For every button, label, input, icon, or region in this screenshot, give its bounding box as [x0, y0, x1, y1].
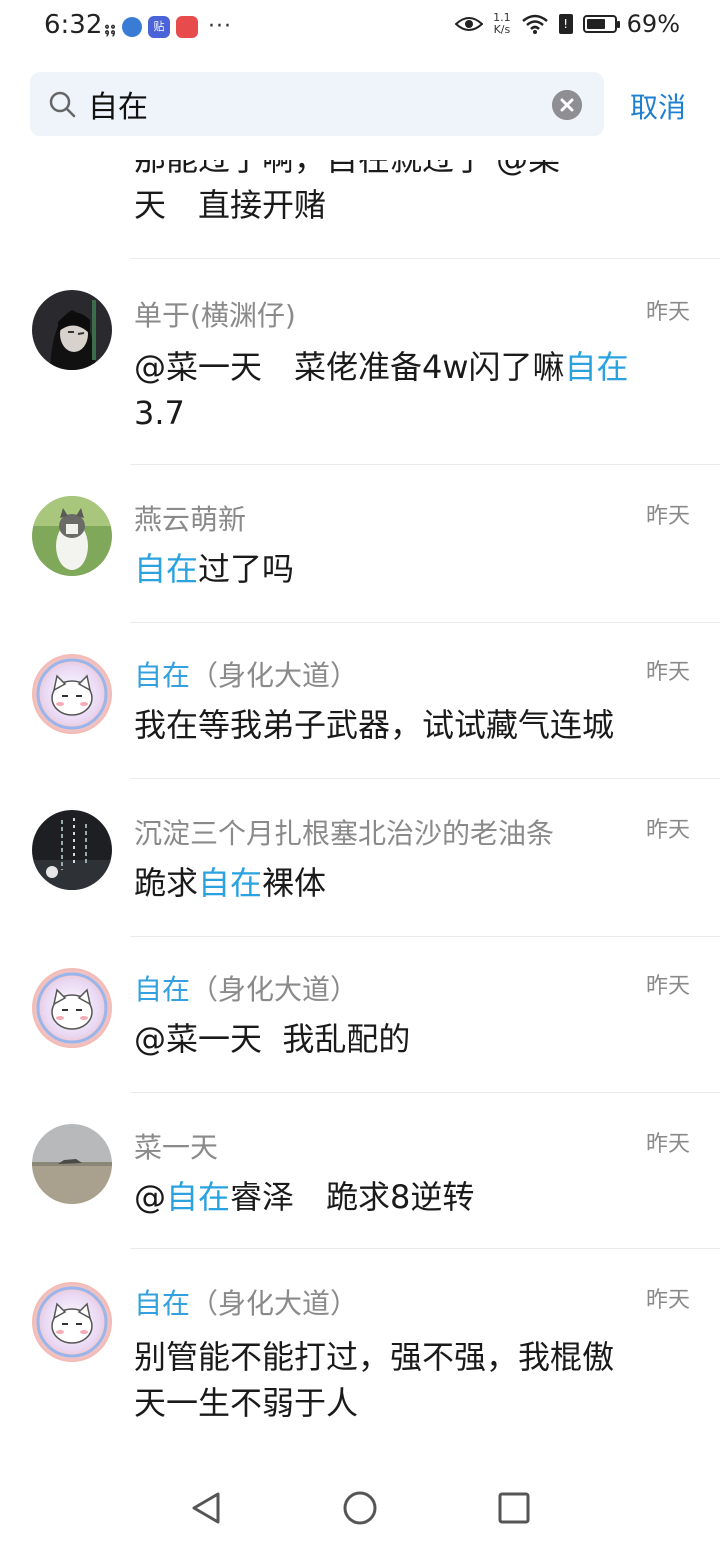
message-pre: @菜一天 菜佬准备4w闪了嘛	[134, 348, 565, 386]
dark-anime-avatar	[32, 290, 112, 370]
wifi-icon	[521, 14, 548, 34]
status-bar: 6:32 ⨟⨟ 贴 ··· 1.1 K/s ! 69%	[0, 0, 720, 56]
battery-percent: 69%	[626, 10, 680, 38]
list-item[interactable]: 自在（身化大道） 昨天 我在等我弟子武器，试试藏气连城	[0, 624, 720, 780]
keyword-highlight: 自在	[564, 348, 629, 386]
navigation-bar	[0, 1456, 720, 1560]
message-text: 自在过了吗	[134, 546, 690, 592]
message-line: 自在过了吗	[134, 546, 690, 592]
list-item[interactable]: 沉淀三个月扎根塞北治沙的老油条 昨天 跪求自在裸体	[0, 780, 720, 938]
search-header: 取消	[0, 56, 720, 160]
message-line: 别管能不能打过，强不强，我棍傲	[134, 1338, 615, 1376]
message-text: @自在睿泽 跪求8逆转	[134, 1174, 690, 1220]
timestamp: 昨天	[645, 1288, 690, 1313]
username: 自在（身化大道）	[134, 1282, 358, 1322]
more-notifications-icon: ···	[208, 14, 232, 39]
search-input[interactable]	[88, 72, 528, 136]
username-suffix: （身化大道）	[190, 1287, 359, 1320]
username: 沉淀三个月扎根塞北治沙的老油条	[134, 817, 555, 850]
cartoon-cat-avatar	[32, 654, 112, 734]
message-text: @菜一天 菜佬准备4w闪了嘛自在 3.7	[134, 344, 690, 436]
message-pre: @	[134, 1178, 166, 1216]
dark-calligraphy-avatar	[32, 810, 112, 890]
browser-app-icon	[122, 16, 142, 37]
message-text: 我在等我弟子武器，试试藏气连城	[134, 706, 615, 744]
message-line: 天一生不弱于人	[134, 1384, 359, 1422]
message-post: 睿泽 跪求8逆转	[230, 1178, 475, 1216]
timestamp: 昨天	[645, 1132, 690, 1157]
sim-alert-icon: !	[558, 14, 573, 34]
list-item[interactable]: 燕云萌新 昨天 自在过了吗	[0, 466, 720, 624]
divider	[130, 1248, 720, 1249]
huawei-app-icon	[176, 15, 198, 38]
tieba-app-icon: 贴	[148, 15, 170, 38]
keyword-highlight: 自在	[198, 864, 263, 902]
username: 自在（身化大道）	[134, 968, 358, 1008]
timestamp: 昨天	[645, 504, 690, 529]
username: 燕云萌新	[134, 503, 247, 536]
username-suffix: （身化大道）	[190, 659, 359, 692]
divider	[130, 464, 720, 465]
list-item[interactable]: 单于(横渊仔) 昨天 @菜一天 菜佬准备4w闪了嘛自在 3.7	[0, 258, 720, 466]
message-line: @自在睿泽 跪求8逆转	[134, 1174, 690, 1220]
message-line: 天 直接开赌	[134, 186, 327, 224]
status-time: 6:32	[44, 10, 103, 40]
cartoon-cat-avatar	[32, 1282, 112, 1362]
cat-photo-avatar	[32, 496, 112, 576]
list-item[interactable]: 自在（身化大道） 昨天 @菜一天 我乱配的	[0, 938, 720, 1094]
message-post: 裸体	[262, 864, 327, 902]
username: 单于(横渊仔)	[134, 299, 296, 332]
message-text: 别管能不能打过，强不强，我棍傲 天一生不弱于人	[134, 1334, 690, 1426]
keyword-highlight: 自在	[134, 1287, 191, 1320]
status-left-icons: ⨟⨟ 贴 ···	[104, 14, 232, 39]
network-speed-unit: K/s	[493, 23, 511, 36]
recents-icon[interactable]	[494, 1488, 534, 1528]
message-line: 跪求自在裸体	[134, 860, 690, 906]
message-line: 3.7	[134, 394, 185, 432]
message-line: @菜一天 菜佬准备4w闪了嘛自在	[134, 344, 690, 390]
notification-icons: ⨟⨟	[104, 14, 116, 39]
clear-search-icon[interactable]	[552, 90, 582, 120]
divider	[130, 622, 720, 623]
message-text: 跪求自在裸体	[134, 860, 690, 906]
message-post: 过了吗	[198, 550, 295, 588]
battery-icon	[582, 15, 620, 33]
cartoon-cat-avatar	[32, 968, 112, 1048]
keyword-highlight: 自在	[134, 973, 191, 1006]
message-pre: 跪求	[134, 864, 199, 902]
timestamp: 昨天	[645, 660, 690, 685]
keyword-highlight: 自在	[134, 550, 199, 588]
battery-fill	[586, 19, 605, 29]
status-right: 1.1 K/s ! 69%	[455, 10, 680, 38]
keyword-highlight: 自在	[134, 659, 191, 692]
username: 菜一天	[134, 1131, 219, 1164]
list-item[interactable]: 菜一天 昨天 @自在睿泽 跪求8逆转	[0, 1094, 720, 1250]
search-icon	[49, 91, 76, 118]
username-suffix: （身化大道）	[190, 973, 359, 1006]
username: 自在（身化大道）	[134, 654, 358, 694]
timestamp: 昨天	[645, 818, 690, 843]
seascape-avatar	[32, 1124, 112, 1204]
list-item[interactable]: 自在（身化大道） 昨天 别管能不能打过，强不强，我棍傲 天一生不弱于人	[0, 1250, 720, 1464]
divider	[130, 778, 720, 779]
search-box[interactable]	[30, 72, 604, 136]
home-icon[interactable]	[340, 1488, 380, 1528]
divider	[130, 936, 720, 937]
divider	[130, 1092, 720, 1093]
cancel-button[interactable]: 取消	[630, 86, 686, 126]
keyword-highlight: 自在	[166, 1178, 231, 1216]
eye-icon	[455, 17, 484, 31]
timestamp: 昨天	[645, 974, 690, 999]
timestamp: 昨天	[645, 300, 690, 325]
back-icon[interactable]	[186, 1488, 226, 1528]
message-text: @菜一天 我乱配的	[134, 1020, 411, 1058]
network-speed: 1.1 K/s	[493, 12, 511, 36]
